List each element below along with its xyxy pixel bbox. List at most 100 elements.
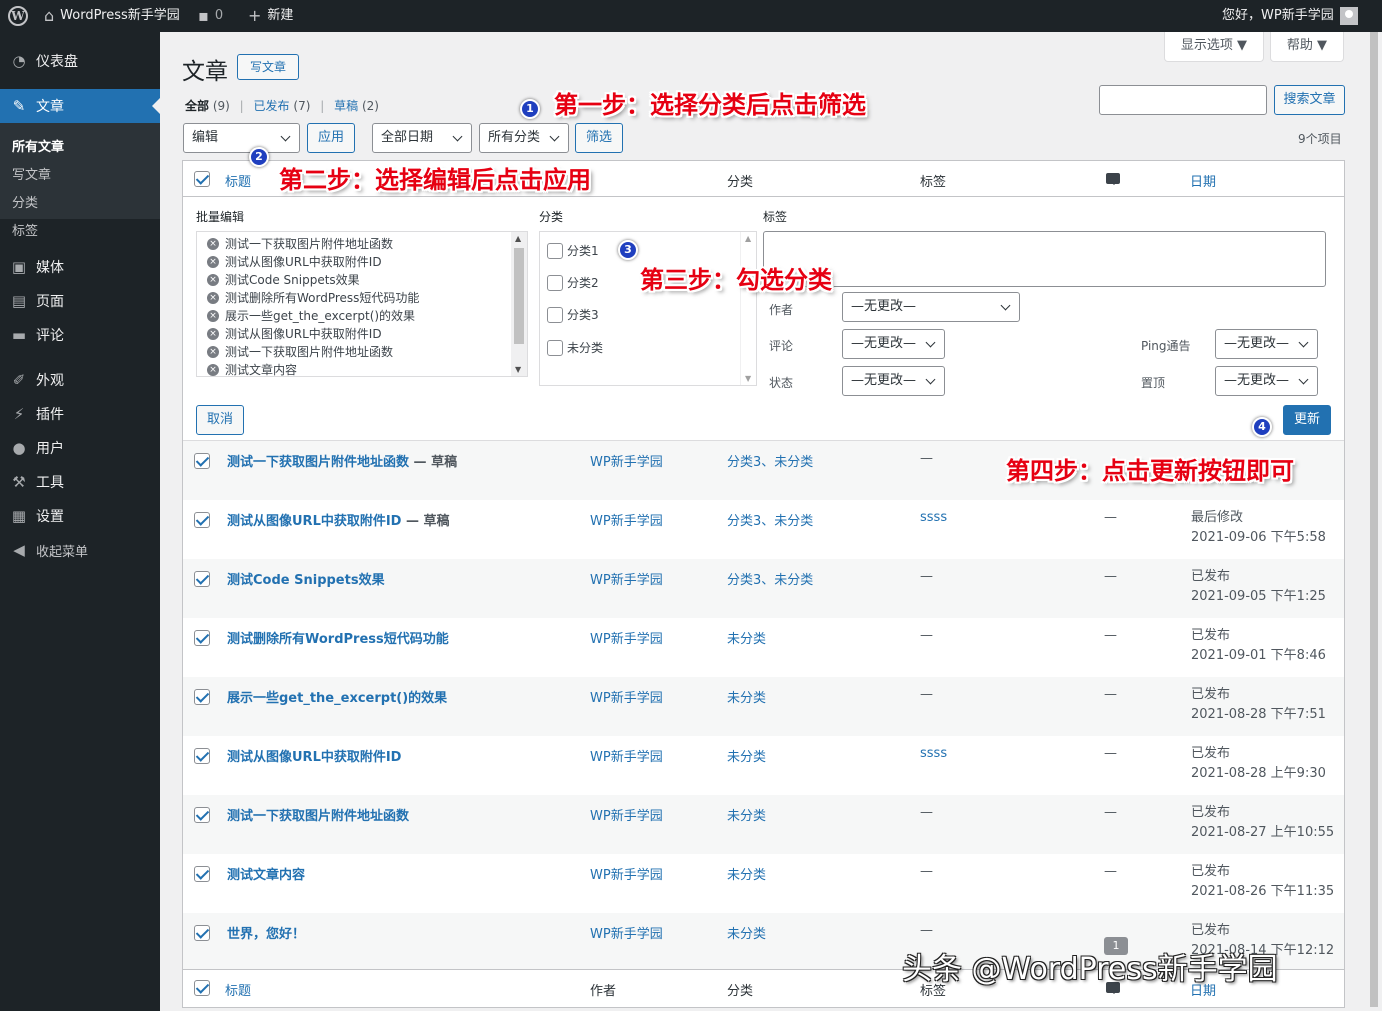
row-checkbox[interactable] (194, 453, 210, 469)
post-title-link[interactable]: 测试Code Snippets效果 (227, 569, 385, 588)
col-date[interactable]: 日期 (1190, 171, 1216, 190)
menu-tools[interactable]: ⚒ 工具 (0, 465, 160, 499)
remove-icon[interactable]: × (207, 309, 219, 322)
my-account-link[interactable]: 您好，WP新手学园 (1222, 0, 1358, 32)
post-title-link[interactable]: 测试删除所有WordPress短代码功能 (227, 628, 449, 647)
post-title-link[interactable]: 测试一下获取图片附件地址函数 (227, 805, 409, 824)
filter-drafts[interactable]: 草稿 (334, 99, 358, 113)
apply-button[interactable]: 应用 (307, 123, 355, 153)
page-scroll-thumb[interactable] (1370, 32, 1378, 1007)
post-author[interactable]: WP新手学园 (590, 864, 663, 883)
post-title-link[interactable]: 测试从图像URL中获取附件ID (227, 746, 401, 765)
post-title-link[interactable]: 测试文章内容 (227, 864, 305, 883)
menu-plugins[interactable]: ⚡ 插件 (0, 397, 160, 431)
category-filter-select[interactable]: 所有分类 (479, 123, 569, 153)
post-tags[interactable]: ssss (920, 746, 947, 761)
post-categories[interactable]: 未分类 (727, 687, 766, 706)
sticky-select[interactable]: —无更改— (1215, 366, 1318, 396)
scroll-down-icon[interactable]: ▼ (515, 365, 521, 374)
screen-options-button[interactable]: 显示选项 ▼ (1164, 32, 1264, 62)
post-author[interactable]: WP新手学园 (590, 687, 663, 706)
site-name-link[interactable]: ⌂ WordPress新手学园 (44, 0, 180, 32)
tags-textarea[interactable] (763, 231, 1326, 287)
post-categories[interactable]: 分类3、未分类 (727, 569, 813, 588)
date-filter-select[interactable]: 全部日期 (372, 123, 472, 153)
post-author[interactable]: WP新手学园 (590, 628, 663, 647)
author-select[interactable]: —无更改— (842, 292, 1020, 322)
comment-column-icon[interactable] (1106, 173, 1120, 185)
post-categories[interactable]: 未分类 (727, 805, 766, 824)
scroll-thumb[interactable] (514, 248, 524, 344)
category-scrollbar[interactable]: ▲ ▼ (740, 232, 756, 385)
scroll-up-icon[interactable]: ▲ (515, 234, 521, 243)
post-author[interactable]: WP新手学园 (590, 451, 663, 470)
menu-media[interactable]: ▣ 媒体 (0, 250, 160, 284)
remove-icon[interactable]: × (207, 327, 219, 340)
category-option[interactable]: 分类2 (547, 274, 599, 291)
help-button[interactable]: 帮助 ▼ (1270, 32, 1344, 62)
post-author[interactable]: WP新手学园 (590, 805, 663, 824)
scroll-down-icon[interactable]: ▼ (745, 374, 751, 383)
post-categories[interactable]: 分类3、未分类 (727, 451, 813, 470)
row-checkbox[interactable] (194, 807, 210, 823)
status-select[interactable]: —无更改— (842, 366, 945, 396)
post-categories[interactable]: 未分类 (727, 628, 766, 647)
post-author[interactable]: WP新手学园 (590, 569, 663, 588)
col-title[interactable]: 标题 (225, 171, 251, 190)
ping-select[interactable]: —无更改— (1215, 329, 1318, 359)
post-search-input[interactable] (1099, 85, 1267, 115)
menu-settings[interactable]: ▦ 设置 (0, 499, 160, 533)
row-checkbox[interactable] (194, 866, 210, 882)
add-new-post-button[interactable]: 写文章 (237, 54, 299, 80)
update-button[interactable]: 更新 (1283, 405, 1331, 435)
remove-icon[interactable]: × (207, 291, 219, 304)
search-posts-button[interactable]: 搜索文章 (1274, 85, 1345, 115)
post-categories[interactable]: 未分类 (727, 746, 766, 765)
select-all-footer-checkbox[interactable] (194, 980, 210, 996)
category-option[interactable]: 未分类 (547, 339, 603, 356)
bulk-action-select[interactable]: 编辑 (183, 123, 300, 153)
submenu-all-posts[interactable]: 所有文章 (12, 136, 64, 155)
remove-icon[interactable]: × (207, 255, 219, 268)
post-title-link[interactable]: 展示一些get_the_excerpt()的效果 (227, 687, 447, 706)
menu-users[interactable]: ● 用户 (0, 431, 160, 465)
scroll-up-icon[interactable]: ▲ (745, 234, 751, 243)
category-checkbox[interactable] (547, 339, 563, 356)
category-option[interactable]: 分类3 (547, 306, 599, 323)
remove-icon[interactable]: × (207, 363, 219, 376)
row-checkbox[interactable] (194, 571, 210, 587)
select-all-checkbox[interactable] (194, 171, 210, 187)
post-title-link[interactable]: 测试从图像URL中获取附件ID — 草稿 (227, 510, 450, 529)
row-checkbox[interactable] (194, 689, 210, 705)
post-author[interactable]: WP新手学园 (590, 510, 663, 529)
category-checkbox[interactable] (547, 274, 563, 291)
menu-comments[interactable]: ▬ 评论 (0, 318, 160, 352)
menu-pages[interactable]: ▤ 页面 (0, 284, 160, 318)
filter-all[interactable]: 全部 (185, 99, 209, 113)
remove-icon[interactable]: × (207, 273, 219, 286)
post-title-link[interactable]: 测试一下获取图片附件地址函数 — 草稿 (227, 451, 457, 470)
comments-link[interactable]: ▪ 0 (198, 0, 223, 32)
post-author[interactable]: WP新手学园 (590, 923, 663, 942)
filter-button[interactable]: 筛选 (575, 123, 623, 153)
post-categories[interactable]: 未分类 (727, 923, 766, 942)
row-checkbox[interactable] (194, 630, 210, 646)
row-checkbox[interactable] (194, 512, 210, 528)
row-checkbox[interactable] (194, 925, 210, 941)
submenu-add-new[interactable]: 写文章 (12, 164, 51, 183)
category-checkbox[interactable] (547, 306, 563, 323)
filter-published[interactable]: 已发布 (254, 99, 290, 113)
remove-icon[interactable]: × (207, 237, 219, 250)
page-scrollbar[interactable] (1366, 32, 1382, 1011)
menu-dashboard[interactable]: ◔ 仪表盘 (0, 44, 160, 78)
menu-appearance[interactable]: ✐ 外观 (0, 363, 160, 397)
category-option[interactable]: 分类1 (547, 242, 599, 259)
category-checkbox[interactable] (547, 242, 563, 259)
remove-icon[interactable]: × (207, 345, 219, 358)
post-author[interactable]: WP新手学园 (590, 746, 663, 765)
col-title[interactable]: 标题 (225, 980, 251, 999)
submenu-categories[interactable]: 分类 (12, 192, 38, 211)
post-tags[interactable]: ssss (920, 510, 947, 525)
cancel-button[interactable]: 取消 (196, 405, 244, 435)
collapse-menu[interactable]: ◀ 收起菜单 (0, 533, 160, 567)
